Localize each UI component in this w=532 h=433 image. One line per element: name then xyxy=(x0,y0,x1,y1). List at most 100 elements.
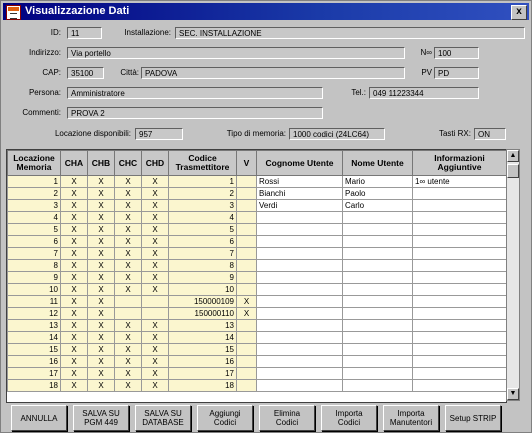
info-header[interactable]: Informazioni Aggiuntive xyxy=(412,150,506,176)
cognome-cell[interactable]: Verdi xyxy=(256,199,343,212)
chc-cell[interactable]: X xyxy=(114,259,142,272)
chd-cell[interactable]: X xyxy=(141,235,169,248)
v-cell[interactable] xyxy=(236,223,257,236)
codice-cell[interactable]: 150000110 xyxy=(168,307,237,320)
info-cell[interactable]: 1∞ utente xyxy=(412,175,506,188)
chb-cell[interactable]: X xyxy=(87,331,115,344)
elimina-codici-button[interactable]: Elimina Codici xyxy=(259,405,315,431)
cha-header[interactable]: CHA xyxy=(60,150,88,176)
chd-cell[interactable] xyxy=(141,295,169,308)
chd-cell[interactable]: X xyxy=(141,199,169,212)
scroll-down-arrow-icon[interactable]: ▼ xyxy=(507,388,519,400)
nome-cell[interactable] xyxy=(342,343,413,356)
cognome-cell[interactable] xyxy=(256,223,343,236)
chc-cell[interactable]: X xyxy=(114,175,142,188)
v-cell[interactable] xyxy=(236,367,257,380)
chd-cell[interactable]: X xyxy=(141,175,169,188)
codice-cell[interactable]: 3 xyxy=(168,199,237,212)
chc-cell[interactable]: X xyxy=(114,319,142,332)
table-row[interactable]: 15 X X X X 15 xyxy=(7,343,506,356)
chb-cell[interactable]: X xyxy=(87,271,115,284)
v-cell[interactable] xyxy=(236,355,257,368)
info-cell[interactable] xyxy=(412,199,506,212)
codice-cell[interactable]: 4 xyxy=(168,211,237,224)
info-cell[interactable] xyxy=(412,295,506,308)
salva-database-button[interactable]: SALVA SU DATABASE xyxy=(135,405,191,431)
table-row[interactable]: 10 X X X X 10 xyxy=(7,283,506,296)
codice-cell[interactable]: 6 xyxy=(168,235,237,248)
locazione-cell[interactable]: 2 xyxy=(7,187,61,200)
cognome-cell[interactable] xyxy=(256,295,343,308)
chc-cell[interactable]: X xyxy=(114,367,142,380)
table-row[interactable]: 13 X X X X 13 xyxy=(7,319,506,332)
locazione-cell[interactable]: 1 xyxy=(7,175,61,188)
cha-cell[interactable]: X xyxy=(60,271,88,284)
chc-cell[interactable] xyxy=(114,307,142,320)
locazione-cell[interactable]: 9 xyxy=(7,271,61,284)
chb-cell[interactable]: X xyxy=(87,211,115,224)
vertical-scrollbar[interactable]: ▲ ▼ xyxy=(506,149,520,401)
chc-cell[interactable]: X xyxy=(114,379,142,392)
chc-header[interactable]: CHC xyxy=(114,150,142,176)
chb-cell[interactable]: X xyxy=(87,367,115,380)
chd-header[interactable]: CHD xyxy=(141,150,169,176)
cognome-cell[interactable] xyxy=(256,259,343,272)
v-cell[interactable]: X xyxy=(236,295,257,308)
table-row[interactable]: 12 X X 150000110 X xyxy=(7,307,506,320)
chc-cell[interactable]: X xyxy=(114,223,142,236)
table-row[interactable]: 11 X X 150000109 X xyxy=(7,295,506,308)
info-cell[interactable] xyxy=(412,259,506,272)
annulla-button[interactable]: ANNULLA xyxy=(11,405,67,431)
chc-cell[interactable]: X xyxy=(114,235,142,248)
codice-cell[interactable]: 9 xyxy=(168,271,237,284)
locazione-cell[interactable]: 6 xyxy=(7,235,61,248)
locazione-cell[interactable]: 16 xyxy=(7,355,61,368)
importa-codici-button[interactable]: Importa Codici xyxy=(321,405,377,431)
nome-cell[interactable]: Mario xyxy=(342,175,413,188)
cha-cell[interactable]: X xyxy=(60,199,88,212)
cognome-cell[interactable]: Bianchi xyxy=(256,187,343,200)
cha-cell[interactable]: X xyxy=(60,343,88,356)
cognome-cell[interactable] xyxy=(256,355,343,368)
codice-cell[interactable]: 5 xyxy=(168,223,237,236)
codice-cell[interactable]: 8 xyxy=(168,259,237,272)
nome-cell[interactable] xyxy=(342,211,413,224)
aggiungi-codici-button[interactable]: Aggiungi Codici xyxy=(197,405,253,431)
cognome-cell[interactable] xyxy=(256,235,343,248)
table-row[interactable]: 2 X X X X 2 Bianchi Paolo xyxy=(7,187,506,200)
v-cell[interactable] xyxy=(236,331,257,344)
installazione-field[interactable]: SEC. INSTALLAZIONE xyxy=(175,27,525,39)
nome-cell[interactable] xyxy=(342,235,413,248)
chd-cell[interactable]: X xyxy=(141,271,169,284)
v-cell[interactable] xyxy=(236,187,257,200)
chd-cell[interactable] xyxy=(141,307,169,320)
locazione-cell[interactable]: 12 xyxy=(7,307,61,320)
chd-cell[interactable]: X xyxy=(141,259,169,272)
locazione-cell[interactable]: 3 xyxy=(7,199,61,212)
cha-cell[interactable]: X xyxy=(60,319,88,332)
cognome-cell[interactable] xyxy=(256,307,343,320)
codice-cell[interactable]: 15 xyxy=(168,343,237,356)
codice-cell[interactable]: 14 xyxy=(168,331,237,344)
codice-cell[interactable]: 13 xyxy=(168,319,237,332)
chb-cell[interactable]: X xyxy=(87,247,115,260)
close-button[interactable]: x xyxy=(511,5,527,20)
table-row[interactable]: 18 X X X X 18 xyxy=(7,379,506,392)
codice-cell[interactable]: 150000109 xyxy=(168,295,237,308)
chb-header[interactable]: CHB xyxy=(87,150,115,176)
v-cell[interactable] xyxy=(236,175,257,188)
chb-cell[interactable]: X xyxy=(87,223,115,236)
cha-cell[interactable]: X xyxy=(60,223,88,236)
chb-cell[interactable]: X xyxy=(87,295,115,308)
table-row[interactable]: 14 X X X X 14 xyxy=(7,331,506,344)
chb-cell[interactable]: X xyxy=(87,259,115,272)
locazione-cell[interactable]: 18 xyxy=(7,379,61,392)
codice-cell[interactable]: 18 xyxy=(168,379,237,392)
nome-header[interactable]: Nome Utente xyxy=(342,150,413,176)
chb-cell[interactable]: X xyxy=(87,379,115,392)
locazione-cell[interactable]: 15 xyxy=(7,343,61,356)
chc-cell[interactable] xyxy=(114,295,142,308)
chb-cell[interactable]: X xyxy=(87,319,115,332)
table-row[interactable]: 9XXXX9 xyxy=(7,271,506,284)
info-cell[interactable] xyxy=(412,379,506,392)
